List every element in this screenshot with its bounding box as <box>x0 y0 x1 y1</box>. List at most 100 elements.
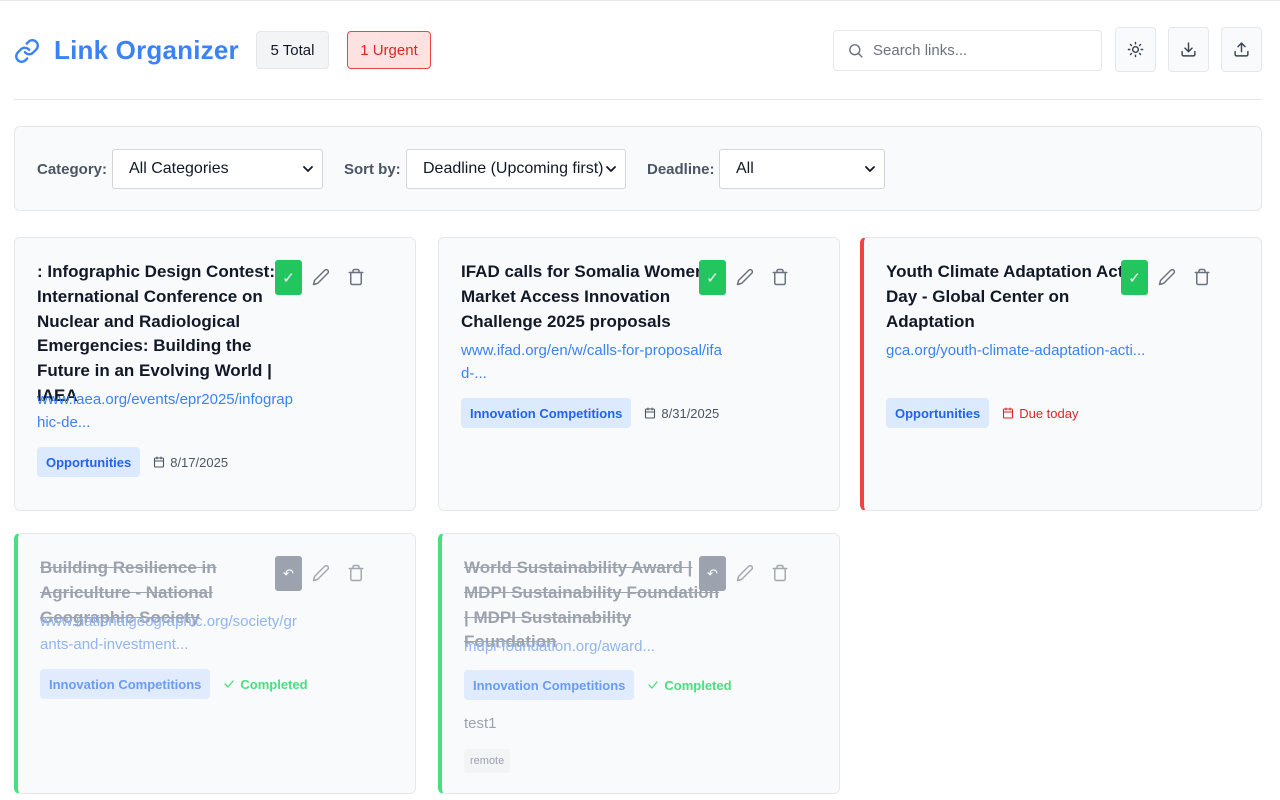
category-tag[interactable]: Innovation Competitions <box>464 670 635 700</box>
delete-button[interactable] <box>771 564 789 582</box>
sort-select[interactable]: Deadline (Upcoming first) <box>406 149 626 189</box>
delete-button[interactable] <box>347 268 365 286</box>
pencil-icon <box>312 268 330 286</box>
edit-button[interactable] <box>736 564 754 582</box>
undo-complete-button[interactable]: ↶ <box>699 556 726 591</box>
search-icon <box>849 44 863 58</box>
upload-icon <box>1234 42 1249 57</box>
card-meta: Innovation Competitions Completed <box>464 670 732 700</box>
status-text: Completed <box>664 677 732 693</box>
card-meta: Innovation Competitions Completed <box>40 669 308 699</box>
category-select-value: All Categories <box>129 160 229 177</box>
deadline-text: 8/17/2025 <box>170 454 229 470</box>
card-actions: ✓ <box>1121 260 1239 295</box>
calendar-icon <box>1003 407 1014 419</box>
delete-button[interactable] <box>347 564 365 582</box>
trash-icon <box>348 564 364 582</box>
edit-button[interactable] <box>736 268 754 286</box>
import-button[interactable] <box>1221 27 1262 72</box>
deadline-select[interactable]: All <box>719 149 885 189</box>
calendar-icon <box>154 456 165 468</box>
deadline-date: Due today <box>1002 406 1078 421</box>
category-label: Category: <box>37 161 108 178</box>
deadline-date: 8/31/2025 <box>644 406 719 421</box>
card-meta: Opportunities 8/17/2025 <box>37 447 228 477</box>
sort-select-value: Deadline (Upcoming first) <box>423 160 604 177</box>
card-url[interactable]: mdpi-foundation.org/award... <box>464 635 726 658</box>
card-meta: Innovation Competitions 8/31/2025 <box>461 398 719 428</box>
trash-icon <box>1194 268 1210 286</box>
edit-button[interactable] <box>1158 268 1176 286</box>
card-actions: ✓ <box>275 260 393 295</box>
urgent-count-badge[interactable]: 1 Urgent <box>347 31 431 69</box>
app-title: Link Organizer <box>54 35 239 65</box>
card-actions: ↶ <box>699 556 817 591</box>
sort-label: Sort by: <box>344 161 401 178</box>
category-tag[interactable]: Opportunities <box>37 447 141 477</box>
link-card-completed: World Sustainability Award | MDPI Sustai… <box>438 533 840 794</box>
card-url[interactable]: www.ifad.org/en/w/calls-for-proposal/ifa… <box>461 339 723 385</box>
chevron-down-icon <box>865 166 875 172</box>
link-card: IFAD calls for Somalia Women’s Market Ac… <box>438 237 840 511</box>
trash-icon <box>772 268 788 286</box>
undo-complete-button[interactable]: ↶ <box>275 556 302 591</box>
card-url[interactable]: www.nationalgeographic.org/society/grant… <box>40 610 302 656</box>
search-input[interactable] <box>873 42 1083 59</box>
edit-button[interactable] <box>312 268 330 286</box>
mark-complete-button[interactable]: ✓ <box>699 260 726 295</box>
trash-icon <box>772 564 788 582</box>
calendar-icon <box>645 407 656 419</box>
download-icon <box>1181 42 1196 57</box>
card-note: test1 <box>464 715 497 732</box>
card-url[interactable]: www.iaea.org/events/epr2025/infographic-… <box>37 388 299 434</box>
pencil-icon <box>312 564 330 582</box>
check-icon <box>224 680 235 688</box>
link-card-completed: Building Resilience in Agriculture - Nat… <box>14 533 416 794</box>
sun-icon <box>1127 41 1144 58</box>
deadline-text: Due today <box>1019 405 1079 421</box>
category-select[interactable]: All Categories <box>112 149 323 189</box>
deadline-select-value: All <box>736 160 754 177</box>
status-text: Completed <box>240 676 308 692</box>
mark-complete-button[interactable]: ✓ <box>275 260 302 295</box>
category-tag[interactable]: Innovation Competitions <box>461 398 632 428</box>
brand: Link Organizer <box>14 35 239 66</box>
pencil-icon <box>736 268 754 286</box>
export-button[interactable] <box>1168 27 1209 72</box>
card-actions: ✓ <box>699 260 817 295</box>
pencil-icon <box>736 564 754 582</box>
chevron-down-icon <box>606 166 616 172</box>
delete-button[interactable] <box>1193 268 1211 286</box>
mark-complete-button[interactable]: ✓ <box>1121 260 1148 295</box>
deadline-text: 8/31/2025 <box>661 405 720 421</box>
card-url[interactable]: gca.org/youth-climate-adaptation-acti... <box>886 339 1148 362</box>
deadline-label: Deadline: <box>647 161 715 178</box>
search-box[interactable] <box>833 30 1102 71</box>
completed-status: Completed <box>647 677 732 693</box>
top-border <box>0 0 1280 1</box>
link-card-urgent: Youth Climate Adaptation Action Day - Gl… <box>860 237 1262 511</box>
category-tag[interactable]: Innovation Competitions <box>40 669 211 699</box>
link-card: : Infographic Design Contest: Internatio… <box>14 237 416 511</box>
header-divider <box>14 99 1262 100</box>
card-meta: Opportunities Due today <box>886 398 1078 428</box>
card-actions: ↶ <box>275 556 393 591</box>
custom-tag-chip[interactable]: remote <box>464 749 511 773</box>
link-icon <box>15 38 39 63</box>
delete-button[interactable] <box>771 268 789 286</box>
edit-button[interactable] <box>312 564 330 582</box>
card-title[interactable]: IFAD calls for Somalia Women’s Market Ac… <box>461 260 723 334</box>
card-title[interactable]: Youth Climate Adaptation Action Day - Gl… <box>886 260 1151 334</box>
theme-toggle-button[interactable] <box>1115 27 1156 72</box>
filter-bar: Category: All Categories Sort by: Deadli… <box>14 126 1262 211</box>
chevron-down-icon <box>303 166 313 172</box>
total-count-badge: 5 Total <box>256 31 329 69</box>
check-icon <box>648 681 659 689</box>
trash-icon <box>348 268 364 286</box>
app-header: Link Organizer 5 Total 1 Urgent <box>14 22 1262 78</box>
category-tag[interactable]: Opportunities <box>886 398 990 428</box>
pencil-icon <box>1158 268 1176 286</box>
completed-status: Completed <box>223 676 308 692</box>
deadline-date: 8/17/2025 <box>153 455 228 470</box>
card-title[interactable]: : Infographic Design Contest: Internatio… <box>37 260 299 409</box>
